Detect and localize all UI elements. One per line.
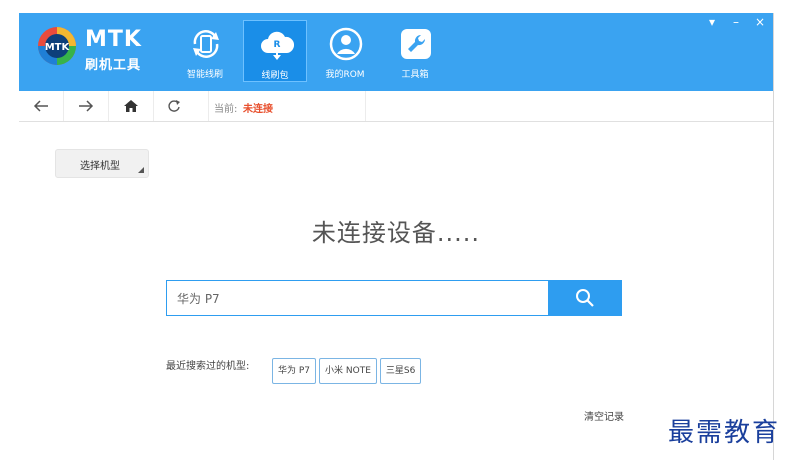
refresh-button[interactable] (154, 91, 209, 121)
nav-badge-r: R (274, 40, 281, 50)
model-select-button[interactable]: 选择机型 (55, 149, 149, 178)
clear-history-link[interactable]: 清空记录 (584, 408, 624, 423)
recent-models-label: 最近搜索过的机型: (166, 361, 250, 372)
arrow-right-icon (79, 100, 94, 112)
mtk-logo-icon: MTK (38, 27, 76, 65)
search-icon (576, 289, 594, 307)
nav-label: 线刷包 (261, 71, 289, 81)
nav-label: 我的ROM (325, 70, 365, 80)
corner-triangle-icon (138, 167, 144, 173)
home-button[interactable] (109, 91, 154, 121)
brand-subtitle: 刷机工具 (85, 58, 142, 73)
status-value: 未连接 (243, 104, 273, 115)
model-search (166, 280, 622, 316)
window-controls: ▾ – × (705, 15, 767, 29)
nav-flash-package[interactable]: R 线刷包 (243, 20, 307, 82)
nav-label: 工具箱 (401, 70, 429, 80)
cloud-download-icon: R (261, 31, 294, 60)
connection-status: 当前: 未连接 (209, 91, 366, 121)
nav-my-rom[interactable]: 我的ROM (313, 19, 377, 83)
user-icon (329, 27, 363, 61)
device-status-message: 未连接设备..... (311, 219, 481, 247)
nav-label: 智能线刷 (186, 70, 223, 80)
back-button[interactable] (19, 91, 64, 121)
recent-model-chip[interactable]: 小米 NOTE (319, 358, 377, 384)
status-prefix: 当前: (214, 104, 238, 115)
nav-toolbox[interactable]: 工具箱 (383, 19, 447, 83)
watermark: 最需教育 (668, 418, 781, 448)
wrench-icon (401, 29, 431, 59)
recent-models-list: 华为 P7 小米 NOTE 三星S6 (272, 358, 422, 384)
svg-text:MTK: MTK (45, 42, 71, 53)
refresh-icon (168, 100, 180, 112)
recent-model-chip[interactable]: 三星S6 (379, 358, 422, 384)
brand-title: MTK (85, 27, 142, 52)
home-icon (124, 100, 138, 112)
close-button[interactable]: × (753, 15, 767, 29)
navigation-toolbar: 当前: 未连接 (19, 91, 773, 122)
nav-smart-flash[interactable]: 智能线刷 (173, 19, 237, 83)
phone-refresh-icon (193, 30, 219, 58)
search-input[interactable] (166, 280, 559, 316)
recent-model-chip[interactable]: 华为 P7 (272, 358, 317, 384)
app-header: MTK MTK 刷机工具 智能线刷 R 线刷包 我的ROM 工具箱 ▾ – × (19, 13, 773, 91)
search-button[interactable] (548, 280, 622, 316)
menu-dropdown-button[interactable]: ▾ (705, 15, 719, 29)
app-window: MTK MTK 刷机工具 智能线刷 R 线刷包 我的ROM 工具箱 ▾ – × … (19, 13, 774, 460)
arrow-left-icon (33, 100, 48, 112)
model-select-label: 选择机型 (80, 161, 120, 172)
minimize-button[interactable]: – (729, 15, 743, 29)
forward-button[interactable] (64, 91, 109, 121)
